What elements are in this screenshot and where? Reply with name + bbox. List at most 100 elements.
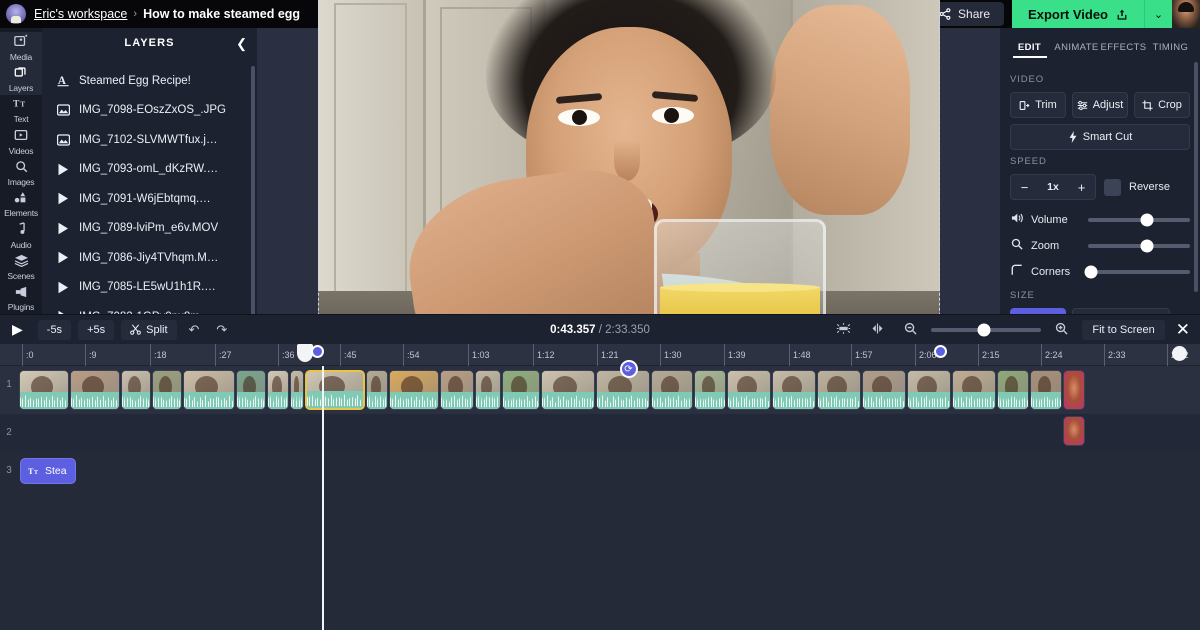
rotate-handle-icon[interactable]: ⟳ [620, 360, 638, 378]
timeline-clip[interactable] [952, 370, 996, 410]
sidebar-item-plugins[interactable]: Plugins [0, 283, 42, 314]
timeline-ruler[interactable]: :0:9:18:27:36:45:541:031:121:211:301:391… [0, 344, 1200, 366]
forward-5s-button[interactable]: +5s [78, 320, 114, 340]
chevron-left-icon[interactable]: ❮ [236, 36, 247, 52]
layer-item[interactable]: IMG_7086-Jiy4TVhqm.M… [42, 243, 257, 273]
tab-animate[interactable]: ANIMATE [1053, 42, 1100, 58]
tab-effects[interactable]: EFFECTS [1100, 42, 1147, 58]
trim-button[interactable]: Trim [1010, 92, 1066, 118]
undo-icon[interactable]: ↶ [184, 322, 205, 338]
layer-item[interactable]: IMG_7093-omL_dKzRW.… [42, 155, 257, 185]
timeline-clip[interactable] [236, 370, 266, 410]
timeline-clip[interactable] [389, 370, 439, 410]
layer-item[interactable]: IMG_7091-W6jEbtqmq.… [42, 184, 257, 214]
layer-item[interactable]: IMG_7089-lviPm_e6v.MOV [42, 214, 257, 244]
adjust-button[interactable]: Adjust [1072, 92, 1128, 118]
close-icon[interactable]: ✕ [1174, 320, 1192, 340]
zoom-slider-knob[interactable] [1141, 239, 1154, 252]
timeline-clip[interactable] [70, 370, 120, 410]
sidebar-item-images[interactable]: Images [0, 157, 42, 188]
timeline-clip[interactable] [772, 370, 816, 410]
slider-label: Corners [1031, 266, 1081, 278]
reverse-checkbox[interactable] [1104, 179, 1121, 196]
magnet-icon[interactable] [831, 322, 856, 338]
resize-handle-bottom-right[interactable] [934, 345, 947, 358]
corners-slider-knob[interactable] [1085, 265, 1098, 278]
timeline-track-2: 2 [0, 414, 1200, 452]
timeline-clip[interactable] [541, 370, 595, 410]
timeline-text-clip[interactable]: TTStea [20, 458, 76, 484]
zoom-out-icon[interactable] [899, 322, 922, 338]
timeline-clip[interactable] [817, 370, 861, 410]
timeline-clip[interactable] [152, 370, 182, 410]
timeline-clip[interactable] [440, 370, 474, 410]
timeline-end-marker[interactable] [1172, 346, 1187, 361]
layer-item[interactable]: ASteamed Egg Recipe! [42, 66, 257, 96]
zoom-in-icon[interactable] [1050, 322, 1073, 338]
export-options-caret[interactable]: ⌄ [1144, 0, 1172, 28]
back-5s-button[interactable]: -5s [38, 320, 71, 340]
export-video-button[interactable]: Export Video [1012, 0, 1144, 28]
smart-cut-button[interactable]: Smart Cut [1010, 124, 1190, 150]
video-icon [56, 251, 70, 264]
split-view-icon[interactable] [865, 322, 890, 338]
volume-slider-knob[interactable] [1141, 213, 1154, 226]
timeline-clip[interactable] [907, 370, 951, 410]
fit-to-screen-button[interactable]: Fit to Screen [1082, 320, 1164, 340]
timeline-clip[interactable] [305, 370, 365, 410]
timeline-clip[interactable] [997, 370, 1029, 410]
breadcrumb-workspace[interactable]: Eric's workspace [34, 7, 127, 21]
layer-item[interactable]: IMG_7098-EOszZxOS_.JPG [42, 96, 257, 126]
video-section-label: VIDEO [1010, 74, 1190, 85]
resize-handle-bottom-left[interactable] [311, 345, 324, 358]
timeline-clip[interactable] [290, 370, 304, 410]
timeline-clip[interactable] [862, 370, 906, 410]
corners-slider[interactable] [1088, 270, 1190, 274]
video-preview-canvas[interactable] [318, 0, 940, 351]
timeline-clip[interactable] [694, 370, 726, 410]
timeline-clip[interactable] [267, 370, 289, 410]
timeline-clip[interactable] [19, 370, 69, 410]
timeline-clip[interactable] [366, 370, 388, 410]
timeline-zoom-knob[interactable] [978, 323, 991, 336]
sidebar-item-elements[interactable]: Elements [0, 189, 42, 220]
timeline-clip[interactable] [475, 370, 501, 410]
sidebar-item-videos[interactable]: Videos [0, 126, 42, 157]
clip-waveform [503, 392, 539, 409]
layer-item-label: IMG_7098-EOszZxOS_.JPG [79, 104, 226, 116]
layer-item[interactable]: IMG_7082-1GPv0px8m.… [42, 302, 257, 314]
adjust-label: Adjust [1093, 99, 1124, 111]
properties-panel: EDITANIMATEEFFECTSTIMING VIDEO Trim Adju… [1000, 28, 1200, 314]
timeline-clip[interactable] [1063, 416, 1085, 446]
speed-decrease-button[interactable]: − [1011, 180, 1038, 195]
redo-icon[interactable]: ↷ [211, 322, 232, 338]
timeline-clip[interactable] [183, 370, 235, 410]
layer-item[interactable]: IMG_7102-SLVMWTfux.j… [42, 125, 257, 155]
sidebar-item-audio[interactable]: Audio [0, 220, 42, 251]
volume-slider[interactable] [1088, 218, 1190, 222]
layer-item[interactable]: IMG_7085-LE5wU1h1R.… [42, 273, 257, 303]
timeline-clip[interactable] [1030, 370, 1062, 410]
speed-increase-button[interactable]: + [1068, 180, 1095, 195]
tab-edit[interactable]: EDIT [1006, 42, 1053, 58]
ruler-tick: :54 [403, 344, 420, 366]
sidebar-item-media[interactable]: Media [0, 32, 42, 63]
timeline-clip[interactable] [121, 370, 151, 410]
play-icon[interactable]: ▶ [8, 321, 31, 338]
tab-timing[interactable]: TIMING [1147, 42, 1194, 58]
sidebar-item-layers[interactable]: Layers [0, 63, 42, 94]
crop-button[interactable]: Crop [1134, 92, 1190, 118]
split-label: Split [146, 324, 167, 336]
clip-waveform [184, 392, 234, 409]
sidebar-item-text[interactable]: TT Text [0, 95, 42, 126]
user-avatar[interactable] [1172, 0, 1200, 28]
timeline-clip[interactable] [727, 370, 771, 410]
timeline-clip[interactable] [502, 370, 540, 410]
properties-scrollbar[interactable] [1194, 62, 1198, 292]
timeline-clip[interactable] [651, 370, 693, 410]
timeline-zoom-slider[interactable] [931, 328, 1041, 332]
zoom-slider[interactable] [1088, 244, 1190, 248]
timeline-clip[interactable] [1063, 370, 1085, 410]
split-button[interactable]: Split [121, 320, 176, 340]
sidebar-item-scenes[interactable]: Scenes [0, 251, 42, 282]
